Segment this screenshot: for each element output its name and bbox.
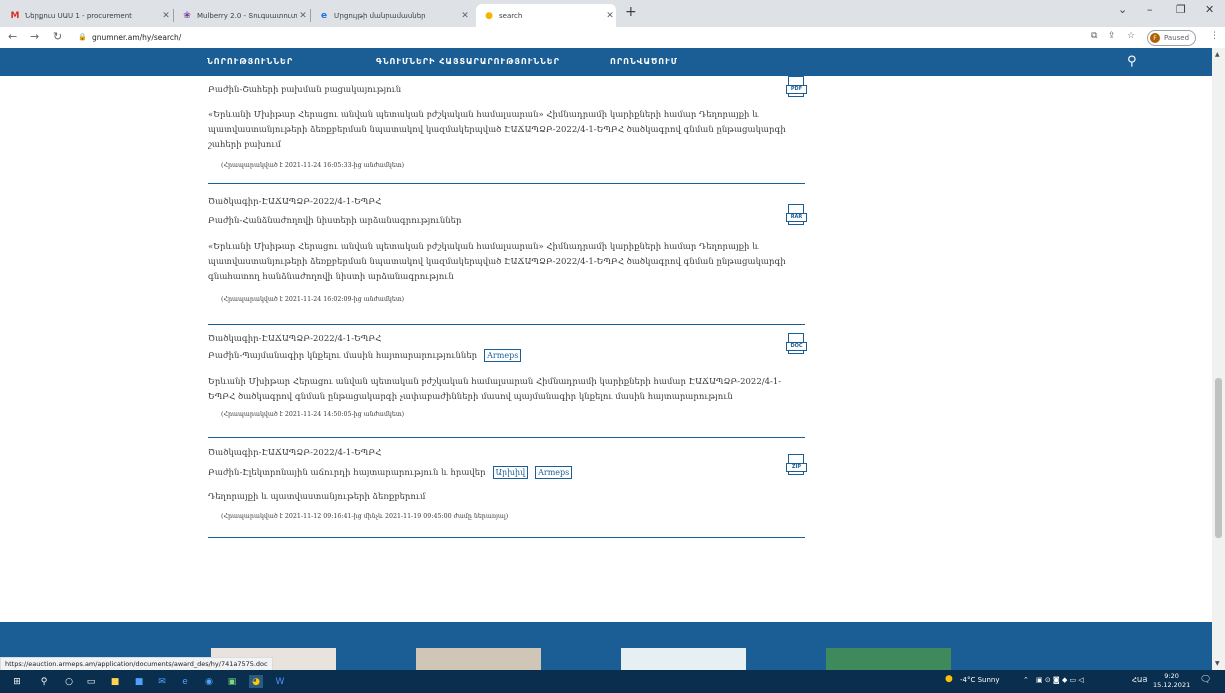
lock-icon: 🔒 [78,33,87,41]
result-file-link[interactable]: Բաժին-Պայմանագիր կնքելու մասին հայտարարո… [208,349,522,362]
weather-text[interactable]: -4°C Sunny [960,676,1000,684]
result-date: (Հրապարակված է 2021-11-24 16:02:09-ից ան… [221,296,405,303]
browser-tab-strip: M Ներքուս ՍԱՍ 1 - procurement ✕ ❀ Mulber… [0,0,1225,27]
search-results: Բաժին-Շահերի բախման բացակայություն PDF «… [208,76,807,538]
result-title: Ծածկագիր-ԷԱՃԱՊՁԲ-2022/4-1-ԵՊԲՀ [208,197,382,207]
menu-kebab-icon[interactable]: ⋮ [1210,31,1219,41]
list-item: Ծածկագիր-ԷԱՃԱՊՁԲ-2022/4-1-ԵՊԲՀ Բաժին-Հան… [208,184,807,325]
list-item: Ծածկագիր-ԷԱՃԱՊՁԲ-2022/4-1-ԵՊԲՀ Բաժին-Պայ… [208,325,807,438]
tray-icons[interactable]: ▣ ⊙ ◙ ◆ ▭ ◁ [1036,676,1084,684]
result-file-link[interactable]: Բաժին-Հանձնաժողովի նիստերի արձանագրությո… [208,216,461,226]
scroll-down-icon[interactable]: ▼ [1215,660,1220,667]
nav-item-news[interactable]: ՆՈՐՈՒԹՅՈՒՆՆԵՐ [207,57,293,66]
notifications-icon[interactable]: 🗨 [1200,675,1211,685]
windows-taskbar: ⊞ ⚲ ○ ▭ ■ ■ ✉ e ◉ ▣ ◕ W ● -4°C Sunny ⌃ ▣… [0,670,1225,693]
result-description: Դեղորայքի և պատվաստանյութերի ձեռքբերում [208,492,426,502]
site-icon: ● [485,10,493,21]
list-item: Ծածկագիր-ԷԱՃԱՊՁԲ-2022/4-1-ԵՊԲՀ Բաժին-Էլե… [208,438,807,538]
search-icon[interactable]: ⚲ [1127,54,1137,69]
scroll-up-icon[interactable]: ▲ [1215,51,1220,58]
list-item: Բաժին-Շահերի բախման բացակայություն PDF «… [208,76,807,184]
armeps-link[interactable]: Armeps [535,466,573,479]
rar-file-icon[interactable]: RAR [786,204,807,225]
share-icon[interactable]: ⇪ [1108,31,1116,41]
taskbar-clock[interactable]: 9:20 15.12.2021 [1153,672,1190,690]
edge-new-icon[interactable]: ◉ [202,675,216,688]
page-scrollbar[interactable]: ▲ ▼ [1212,48,1225,670]
app-icon[interactable]: ▣ [225,675,239,688]
result-date: (Հրապարակված է 2021-11-24 16:05:33-ից ան… [221,162,405,169]
word-icon[interactable]: W [273,675,287,688]
result-description: «Երևանի Մխիթար Հերացու անվան պետական բժշ… [208,110,786,150]
zip-file-icon[interactable]: ZIP [786,454,807,475]
tab-search-icon[interactable]: ⌄ [1118,3,1127,16]
close-icon[interactable]: ✕ [604,11,616,21]
file-explorer-icon[interactable]: ■ [108,675,122,688]
back-icon[interactable]: ← [8,30,17,43]
browser-tab-3[interactable]: e Մրցույթի մանրամասներ ✕ [311,4,471,27]
footer-banner-image[interactable] [621,648,746,670]
result-file-link[interactable]: Բաժին-Էլեկտրոնային աճուրդի հայտարարությո… [208,466,573,479]
close-icon[interactable]: ✕ [297,11,309,21]
result-title: Ծածկագիր-ԷԱՃԱՊՁԲ-2022/4-1-ԵՊԲՀ [208,334,382,344]
doc-file-icon[interactable]: DOC [786,333,807,354]
scroll-thumb[interactable] [1215,378,1222,538]
result-title: Ծածկագիր-ԷԱՃԱՊՁԲ-2022/4-1-ԵՊԲՀ [208,448,382,458]
gmail-icon: M [10,10,20,21]
forward-icon[interactable]: → [30,30,39,43]
pdf-file-icon[interactable]: PDF [786,76,807,97]
avatar: F [1150,33,1160,43]
result-file-link[interactable]: Բաժին-Շահերի բախման բացակայություն [208,85,401,95]
mulberry-icon: ❀ [183,10,191,21]
result-description: Երևանի Մխիթար Հերացու անվան պետական բժշկ… [208,377,782,402]
result-date: (Հրապարակված է 2021-11-24 14:50:05-ից ան… [221,411,405,418]
task-view-icon[interactable]: ▭ [84,675,98,688]
footer-banner-image[interactable] [416,648,541,670]
cortana-icon[interactable]: ○ [62,675,76,688]
tray-chevron-icon[interactable]: ⌃ [1023,676,1029,684]
restore-button[interactable]: ❐ [1176,3,1186,16]
browser-tab-4-active[interactable]: ● search ✕ [476,4,616,27]
minimize-button[interactable]: – [1147,3,1153,16]
archive-link[interactable]: Արխիվ [492,466,529,479]
edge-icon[interactable]: e [178,675,192,688]
new-tab-button[interactable]: + [625,4,637,20]
mail-icon[interactable]: ✉ [155,675,169,688]
browser-tab-2[interactable]: ❀ Mulberry 2.0 - Տուգսատ‍ուտտ ✕ [174,4,309,27]
result-date: (Հրապարակված է 2021-11-12 09:16:41-ից մի… [221,513,509,520]
profile-button[interactable]: F Paused [1147,30,1197,46]
close-icon[interactable]: ✕ [160,11,172,21]
search-icon[interactable]: ⚲ [37,675,51,688]
edge-icon: e [320,10,328,21]
translate-icon[interactable]: ⧉ [1091,31,1097,41]
browser-tab-1[interactable]: M Ներքուս ՍԱՍ 1 - procurement ✕ [2,4,172,27]
weather-icon: ● [945,674,953,684]
reload-icon[interactable]: ↻ [53,30,62,43]
chrome-icon[interactable]: ◕ [249,675,263,688]
store-icon[interactable]: ■ [132,675,146,688]
nav-item-procurement-announcements[interactable]: ԳՆՈՒՄՆԵՐԻ ՀԱՅՏԱՐԱՐՈՒԹՅՈՒՆՆԵՐ [376,57,560,66]
footer-banner-image[interactable] [826,648,951,670]
armeps-link[interactable]: Armeps [484,349,522,362]
url-field[interactable]: 🔒 gnumner.am/hy/search/ [78,29,1083,45]
address-bar: ← → ↻ 🔒 gnumner.am/hy/search/ ⧉ ⇪ ☆ F Pa… [0,27,1225,49]
site-nav: ՆՈՐՈՒԹՅՈՒՆՆԵՐ ԳՆՈՒՄՆԵՐԻ ՀԱՅՏԱՐԱՐՈՒԹՅՈՒՆՆ… [0,48,1212,76]
windows-start-icon[interactable]: ⊞ [10,675,24,688]
close-icon[interactable]: ✕ [459,11,471,21]
nav-item-training[interactable]: ՈՐՈՆՎԱԾՈՒՄ [610,57,678,66]
result-description: «Երևանի Մխիթար Հերացու անվան պետական բժշ… [208,242,786,282]
language-indicator[interactable]: ՀԱՅ [1132,676,1147,684]
close-window-button[interactable]: ✕ [1205,3,1214,16]
bookmark-star-icon[interactable]: ☆ [1127,31,1135,41]
